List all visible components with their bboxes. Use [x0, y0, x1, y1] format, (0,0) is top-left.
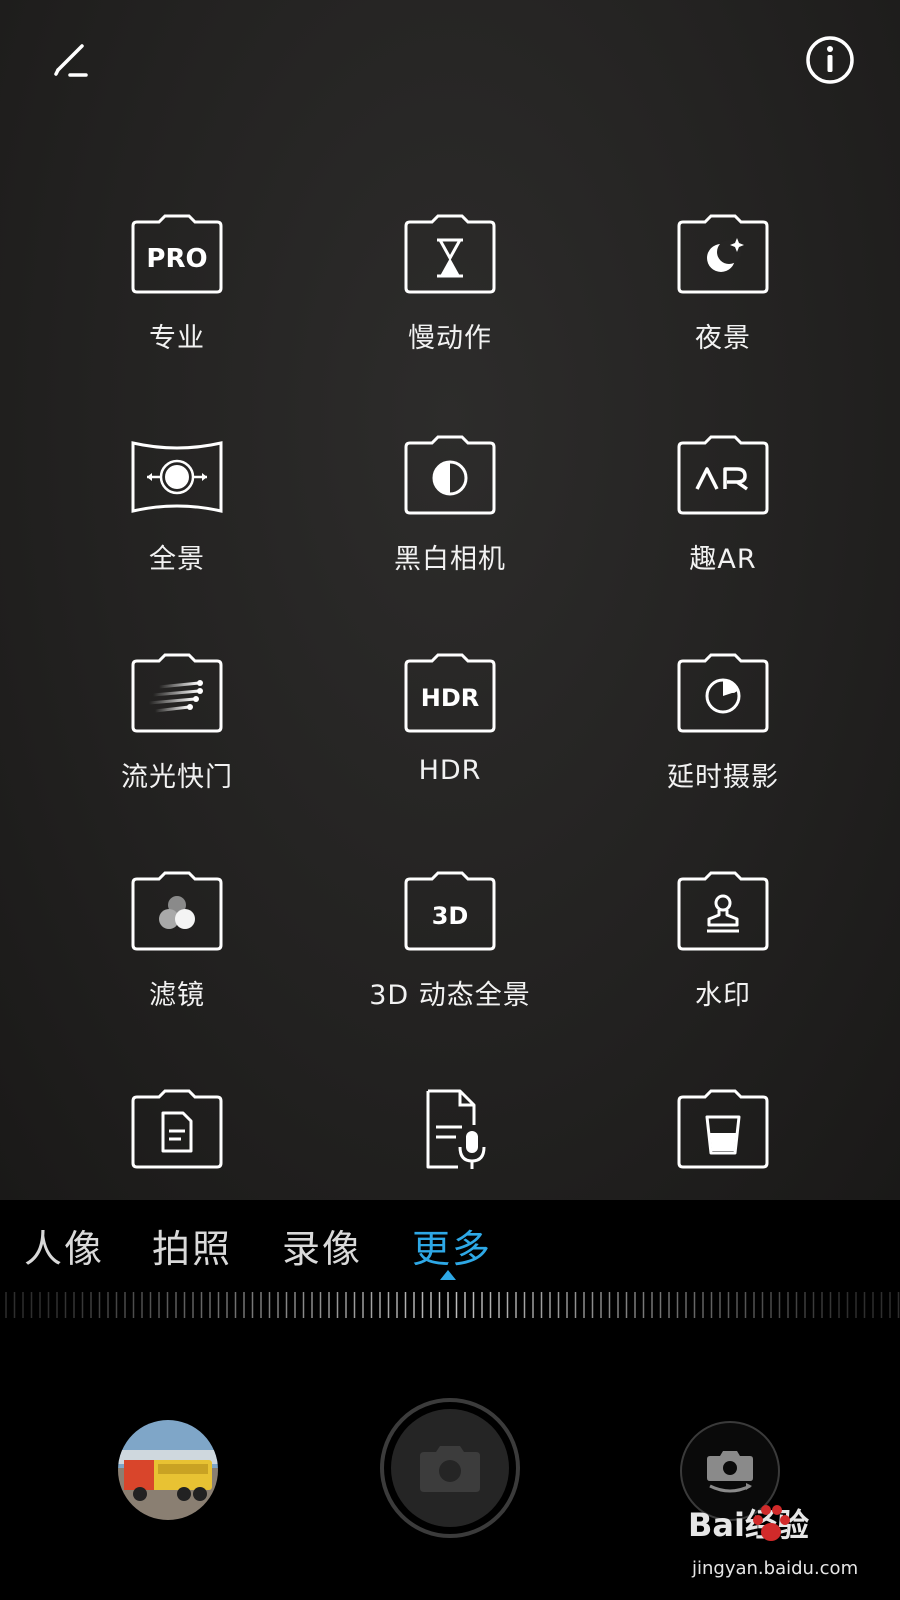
mode-ar[interactable]: 趣AR	[603, 433, 843, 623]
active-tab-indicator	[440, 1270, 456, 1280]
voice-note-icon	[426, 1089, 486, 1169]
gallery-photo-image	[118, 1420, 218, 1520]
camera-icon	[420, 1446, 480, 1492]
mode-slow-motion[interactable]: 慢动作	[330, 212, 570, 402]
monochrome-icon	[404, 435, 496, 515]
mode-scroll-ruler[interactable]	[0, 1288, 900, 1322]
mode-panorama[interactable]: 全景	[57, 433, 297, 623]
mode-label: 全景	[149, 544, 205, 575]
mode-label: 滤镜	[149, 980, 205, 1011]
slow-motion-icon	[404, 214, 496, 294]
mode-pro[interactable]: PRO 专业	[57, 212, 297, 402]
time-lapse-icon	[677, 653, 769, 733]
mode-label: 专业	[149, 323, 205, 354]
watermark-icon	[677, 871, 769, 951]
document-scan-icon	[131, 1089, 223, 1169]
svg-text:HDR: HDR	[421, 684, 480, 712]
mode-label: 流光快门	[121, 762, 233, 793]
mode-3d-panorama[interactable]: 3D 3D 动态全景	[330, 869, 570, 1059]
filter-icon	[131, 871, 223, 951]
mode-label: HDR	[418, 755, 482, 786]
svg-text:PRO: PRO	[146, 244, 207, 274]
gallery-thumbnail[interactable]	[118, 1420, 218, 1520]
svg-text:3D: 3D	[432, 902, 469, 930]
mode-filter[interactable]: 滤镜	[57, 869, 297, 1059]
mode-label: 延时摄影	[667, 762, 779, 793]
tab-portrait[interactable]: 人像	[24, 1218, 104, 1273]
mode-label: 水印	[695, 980, 751, 1011]
watermark-url: jingyan.baidu.com	[692, 1558, 859, 1579]
mode-monochrome[interactable]: 黑白相机	[330, 433, 570, 623]
mode-label: 慢动作	[408, 323, 492, 354]
mode-light-painting[interactable]: 流光快门	[57, 651, 297, 841]
baidu-watermark: Bai经验 jingyan.baidu.com	[688, 1500, 888, 1590]
paw-icon	[753, 1505, 790, 1541]
ar-icon	[677, 435, 769, 515]
tab-more[interactable]: 更多	[412, 1218, 492, 1273]
pro-icon: PRO	[131, 214, 223, 294]
mode-label: 趣AR	[689, 544, 757, 575]
light-painting-icon	[131, 653, 223, 733]
mode-cup[interactable]	[603, 1087, 843, 1200]
night-icon	[677, 214, 769, 294]
mode-time-lapse[interactable]: 延时摄影	[603, 651, 843, 841]
edit-button[interactable]	[42, 32, 98, 88]
hdr-icon: HDR	[404, 653, 496, 733]
mode-document-scan[interactable]	[57, 1087, 297, 1200]
mode-tabs: 人像 拍照 录像 更多	[0, 1218, 900, 1278]
info-button[interactable]	[802, 32, 858, 88]
tab-photo[interactable]: 拍照	[152, 1218, 232, 1273]
shutter-button[interactable]	[380, 1398, 520, 1538]
mode-watermark[interactable]: 水印	[603, 869, 843, 1059]
panorama-icon	[131, 441, 223, 513]
mode-label: 夜景	[695, 323, 751, 354]
mode-hdr[interactable]: HDR HDR	[330, 651, 570, 841]
mode-panel: PRO 专业 慢动作 夜景 全景 黑白相机 趣AR 流光快门 HDR HDR 延…	[0, 0, 900, 1200]
tab-video[interactable]: 录像	[282, 1218, 362, 1273]
switch-camera-icon	[707, 1451, 753, 1493]
3d-panorama-icon: 3D	[404, 871, 496, 951]
mode-night[interactable]: 夜景	[603, 212, 843, 402]
mode-label: 3D 动态全景	[369, 980, 531, 1011]
mode-label: 黑白相机	[394, 544, 506, 575]
mode-voice-note[interactable]	[330, 1087, 570, 1200]
info-icon	[806, 36, 854, 84]
edit-icon	[54, 44, 88, 77]
cup-icon	[677, 1089, 769, 1169]
